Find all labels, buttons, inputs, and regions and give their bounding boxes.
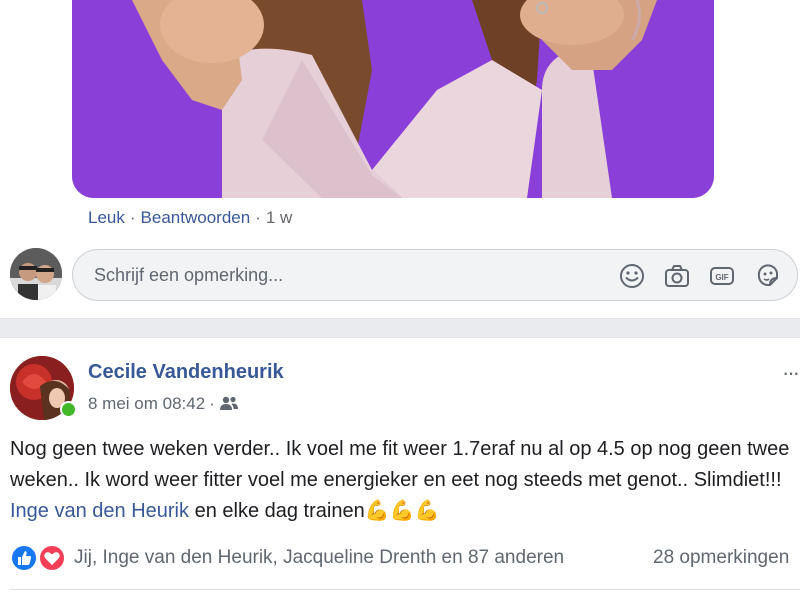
like-link[interactable]: Leuk xyxy=(88,208,125,227)
more-options-button[interactable]: ··· xyxy=(782,360,800,386)
sticker-icon[interactable] xyxy=(755,263,781,289)
comment-composer: GIF xyxy=(72,249,798,301)
post-meta: 8 mei om 08:42 · xyxy=(88,394,239,414)
actions-divider xyxy=(10,589,800,590)
gif-icon[interactable]: GIF xyxy=(709,263,735,289)
comment-age[interactable]: 1 w xyxy=(266,208,292,227)
avatar-picture xyxy=(10,248,62,300)
post-author[interactable]: Cecile Vandenheurik xyxy=(88,361,284,384)
reaction-names[interactable]: Jij, Inge van den Heurik, Jacqueline Dre… xyxy=(74,547,564,569)
online-status-indicator xyxy=(60,401,77,418)
feed-divider xyxy=(0,318,800,338)
reactions-bar: Jij, Inge van den Heurik, Jacqueline Dre… xyxy=(10,543,800,573)
reaction-icons[interactable] xyxy=(10,544,72,572)
mention-link[interactable]: Inge van den Heurik xyxy=(10,500,189,522)
reply-link[interactable]: Beantwoorden xyxy=(141,208,251,227)
post-text: Nog geen twee weken verder.. Ik voel me … xyxy=(10,438,790,522)
comment-photo[interactable] xyxy=(72,0,714,198)
current-user-avatar[interactable] xyxy=(10,248,62,300)
svg-text:GIF: GIF xyxy=(715,273,728,282)
camera-icon[interactable] xyxy=(664,263,690,289)
comment-actions: Leuk · Beantwoorden · 1 w xyxy=(88,208,293,227)
post-date[interactable]: 8 mei om 08:42 xyxy=(88,394,205,413)
comment-input[interactable] xyxy=(92,264,576,287)
emoji-icon[interactable] xyxy=(619,263,645,289)
flexed-biceps-emoji: 💪💪💪 xyxy=(364,500,440,522)
comment-count[interactable]: 28 opmerkingen xyxy=(653,547,789,569)
friends-icon[interactable] xyxy=(219,395,239,411)
photo-illustration xyxy=(72,0,714,198)
